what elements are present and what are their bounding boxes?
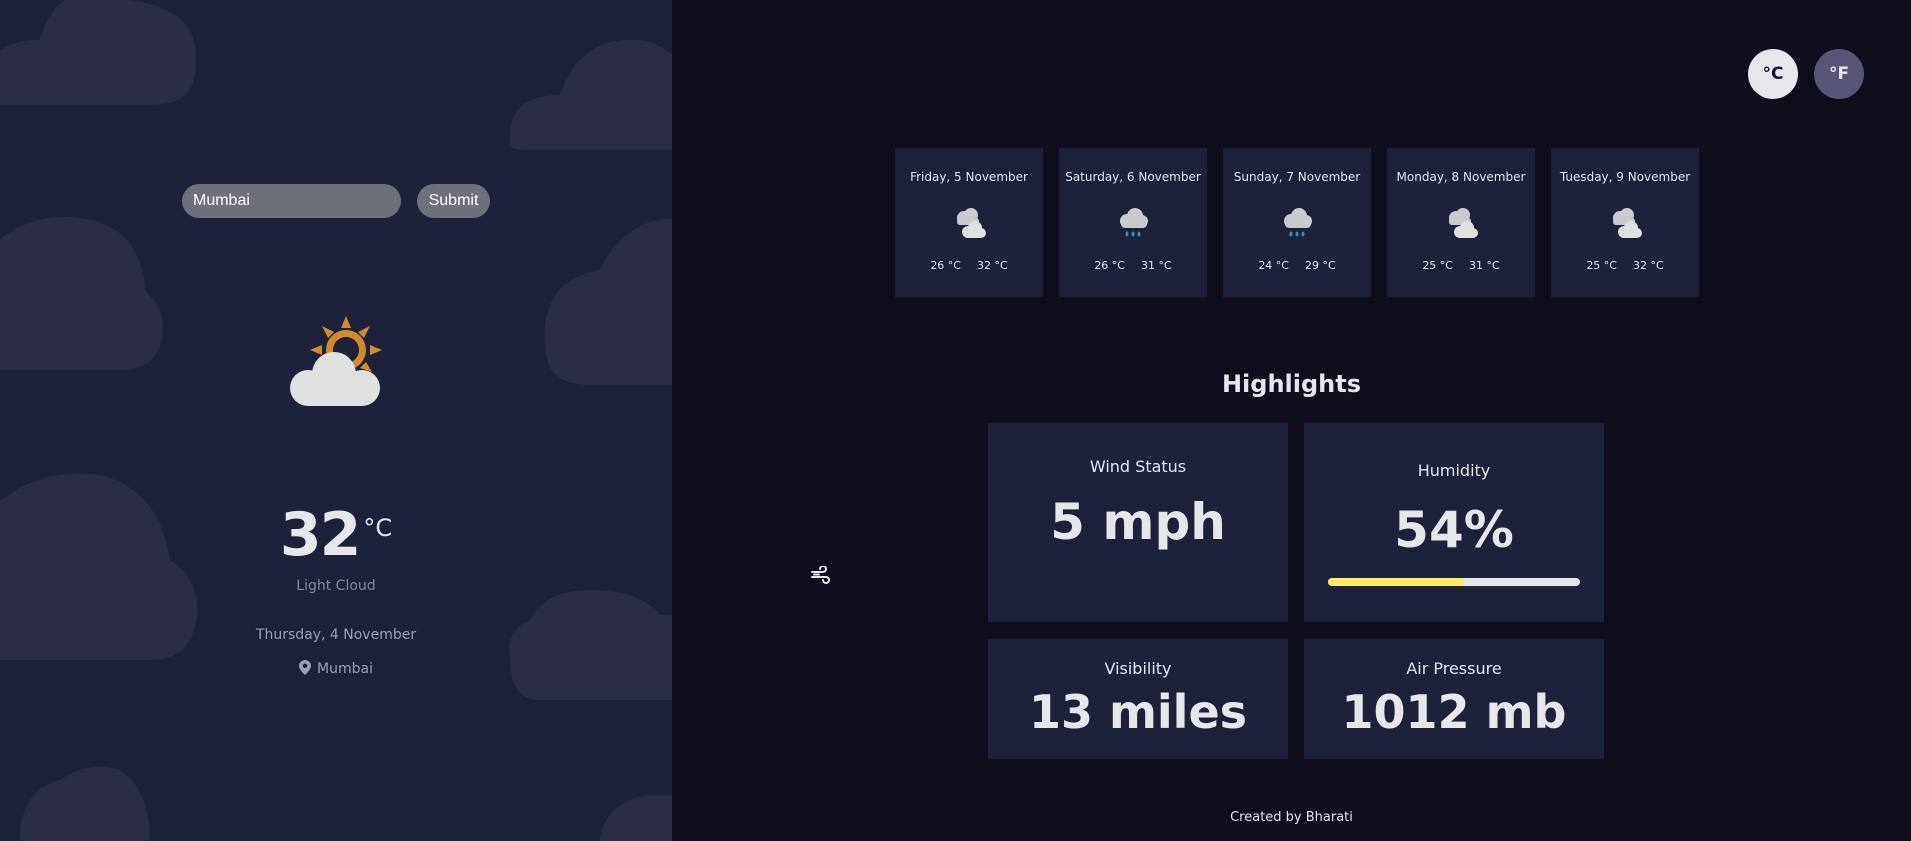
current-temperature: 32 °C (0, 500, 672, 570)
search-input[interactable] (182, 184, 401, 218)
forecast-min: 24 °C (1258, 259, 1289, 272)
background-clouds (0, 0, 672, 841)
forecast-day: Sunday, 7 November (1233, 170, 1361, 184)
weather-condition: Light Cloud (296, 578, 376, 594)
forecast-card: Sunday, 7 November 24 °C 29 °C (1223, 148, 1371, 297)
search-bar: Submit (182, 184, 490, 218)
forecast-card: Friday, 5 November 26 °C 32 °C (895, 148, 1043, 297)
forecast-max: 32 °C (977, 259, 1008, 272)
forecast-temps: 26 °C 31 °C (1059, 259, 1207, 272)
forecast-max: 29 °C (1305, 259, 1336, 272)
temperature-value: 32 (279, 500, 361, 570)
cloudy-icon (1449, 208, 1478, 238)
wind-status-label: Wind Status (1089, 457, 1187, 476)
air-pressure-value: 1012 mb (1341, 685, 1567, 739)
current-weather-panel: Submit 32°C Light Cloud Thursday, 4 Nove… (0, 0, 672, 841)
wind-status-value: 5 mph (1050, 493, 1226, 551)
forecast-max: 32 °C (1633, 259, 1664, 272)
visibility-value: 13 miles (1028, 685, 1248, 739)
submit-button[interactable]: Submit (417, 184, 490, 218)
forecast-day: Monday, 8 November (1396, 170, 1526, 184)
humidity-card: Humidity 54% (1304, 423, 1604, 622)
forecast-card: Saturday, 6 November 26 °C 31 °C (1059, 148, 1207, 297)
current-location: Mumbai (0, 660, 672, 677)
footer-credit: Created by Bharati (1230, 810, 1353, 825)
location-name: Mumbai (317, 661, 373, 677)
cloudy-icon (957, 208, 986, 238)
humidity-label: Humidity (1417, 461, 1491, 480)
forecast-card: Monday, 8 November 25 °C 31 °C (1387, 148, 1535, 297)
celsius-button[interactable]: °C (1748, 49, 1798, 99)
forecast-card: Tuesday, 9 November 25 °C 32 °C (1551, 148, 1699, 297)
forecast-panel: °C °F Friday, 5 November 26 °C 32 °C Sat… (672, 0, 1911, 841)
visibility-card: Visibility 13 miles (988, 639, 1288, 759)
humidity-progress-fill (1328, 578, 1465, 586)
fahrenheit-button[interactable]: °F (1814, 49, 1864, 99)
forecast-min: 25 °C (1586, 259, 1617, 272)
humidity-value: 54% (1394, 501, 1514, 559)
forecast-temps: 25 °C 31 °C (1387, 259, 1535, 272)
rain-icon (1284, 208, 1312, 237)
forecast-day: Tuesday, 9 November (1559, 170, 1691, 184)
visibility-label: Visibility (1104, 659, 1172, 678)
forecast-min: 26 °C (930, 259, 961, 272)
current-date: Thursday, 4 November (255, 627, 417, 643)
forecast-temps: 25 °C 32 °C (1551, 259, 1699, 272)
forecast-day: Saturday, 6 November (1065, 170, 1201, 184)
temperature-unit: °C (363, 514, 393, 542)
forecast-max: 31 °C (1141, 259, 1172, 272)
forecast-list: Friday, 5 November 26 °C 32 °C Saturday,… (895, 148, 1699, 297)
wind-status-card: Wind Status 5 mph (988, 423, 1288, 622)
forecast-day: Friday, 5 November (910, 170, 1028, 184)
forecast-temps: 26 °C 32 °C (895, 259, 1043, 272)
humidity-progress-bar (1328, 578, 1580, 586)
forecast-temps: 24 °C 29 °C (1223, 259, 1371, 272)
cloudy-icon (1613, 208, 1642, 238)
forecast-min: 26 °C (1094, 259, 1125, 272)
highlights-heading: Highlights (1221, 370, 1362, 398)
air-pressure-card: Air Pressure 1012 mb (1304, 639, 1604, 759)
forecast-max: 31 °C (1469, 259, 1500, 272)
sun-behind-cloud-icon (290, 316, 382, 406)
rain-icon (1120, 208, 1148, 237)
wind-icon (811, 566, 830, 584)
location-pin-icon (299, 660, 312, 675)
air-pressure-label: Air Pressure (1406, 659, 1502, 678)
forecast-min: 25 °C (1422, 259, 1453, 272)
